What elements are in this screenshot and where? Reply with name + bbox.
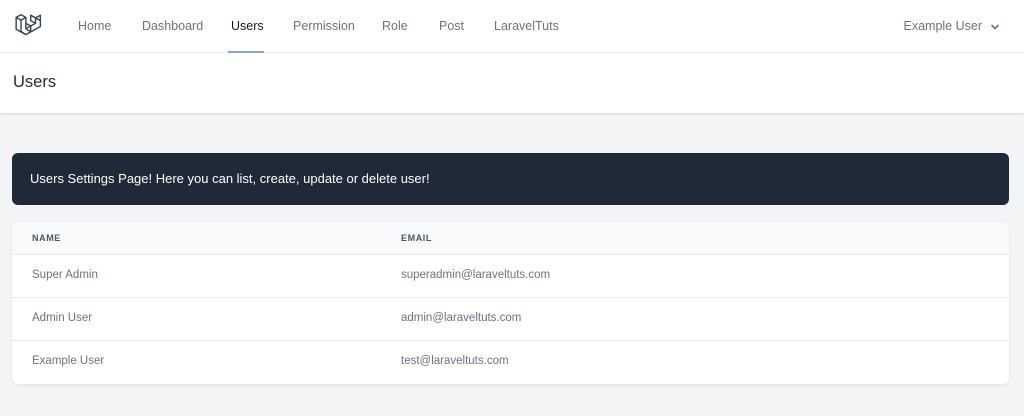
column-header-name: NAME — [32, 233, 61, 243]
page-title: Users — [13, 73, 57, 91]
top-navigation-bar: Home Dashboard Users Permission Role Pos… — [0, 0, 1024, 53]
user-name: Example User — [903, 19, 983, 33]
nav-link-home[interactable]: Home — [78, 0, 111, 53]
table-row: Admin User admin@laraveltuts.com — [12, 297, 1009, 340]
nav-link-permission[interactable]: Permission — [293, 0, 355, 53]
page-header: Users — [0, 53, 1024, 113]
user-email-cell: admin@laraveltuts.com — [401, 312, 522, 324]
nav-link-laraveltuts[interactable]: LaravelTuts — [494, 0, 559, 53]
nav-link-role[interactable]: Role — [382, 0, 408, 53]
nav-link-post[interactable]: Post — [439, 0, 464, 53]
table-row: Example User test@laraveltuts.com — [12, 340, 1009, 383]
banner-text: Users Settings Page! Here you can list, … — [30, 171, 430, 186]
user-name-cell: Super Admin — [32, 269, 98, 281]
user-name-cell: Example User — [32, 355, 105, 367]
table-row: Super Admin superadmin@laraveltuts.com — [12, 254, 1009, 297]
user-name-cell: Admin User — [32, 312, 93, 324]
user-email-cell: superadmin@laraveltuts.com — [401, 269, 551, 281]
chevron-down-icon — [991, 24, 999, 29]
table-header: NAME EMAIL — [12, 222, 1009, 254]
laravel-logo-icon[interactable] — [14, 12, 42, 40]
users-table: NAME EMAIL Super Admin superadmin@larave… — [12, 222, 1009, 384]
user-dropdown[interactable]: Example User — [904, 0, 1001, 53]
nav-link-users[interactable]: Users — [231, 0, 264, 53]
column-header-email: EMAIL — [401, 233, 432, 243]
nav-link-dashboard[interactable]: Dashboard — [142, 0, 203, 53]
user-email-cell: test@laraveltuts.com — [401, 355, 509, 367]
info-banner: Users Settings Page! Here you can list, … — [12, 153, 1009, 205]
